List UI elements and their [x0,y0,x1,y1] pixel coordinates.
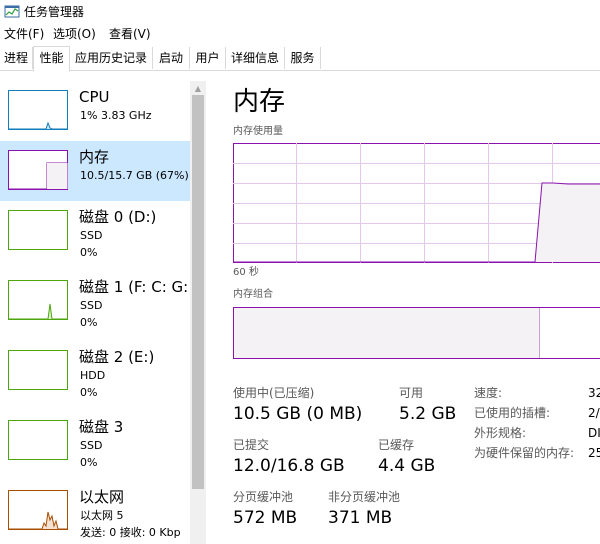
ethernet-thumbnail-graph [8,490,68,530]
device-detail: 10.5/15.7 GB (67%) [80,169,189,182]
form-factor-label: 外形规格: [474,426,527,440]
window-title: 任务管理器 [24,5,85,19]
slots-used-value: 2/ [588,406,600,420]
cached-label: 已缓存 [378,438,415,452]
tab-startup[interactable]: 启动 [153,47,190,69]
device-detail: 1% 3.83 GHz [80,109,152,122]
time-axis-label: 60 秒 [233,267,259,278]
paged-pool-label: 分页缓冲池 [233,490,294,504]
memory-composition-bar [233,307,600,359]
device-list: CPU 1% 3.83 GHz 内存 10.5/15.7 GB (67%) 磁盘… [0,81,190,544]
tab-performance[interactable]: 性能 [33,46,70,72]
memory-thumbnail-graph [8,150,68,190]
device-name: 磁盘 1 (F: C: G: [79,278,189,296]
committed-label: 已提交 [233,438,270,452]
device-name: 磁盘 3 [79,418,124,436]
menu-view[interactable]: 查看(V) [109,25,151,43]
tab-details[interactable]: 详细信息 [226,47,285,69]
tab-services[interactable]: 服务 [285,47,321,69]
device-detail: HDD [80,369,106,382]
device-detail: SSD [80,299,103,312]
slots-used-label: 已使用的插槽: [474,406,551,420]
device-usage: 发送: 0 接收: 0 Kbp [80,526,181,539]
committed-value: 12.0/16.8 GB [233,456,345,476]
non-paged-pool-value: 371 MB [328,508,393,528]
device-usage: 0% [80,386,98,399]
device-disk-2[interactable]: 磁盘 2 (E:) HDD 0% [0,341,190,401]
menu-bar: 文件(F) 选项(O) 查看(V) [0,24,600,44]
memory-usage-label: 内存使用量 [233,126,283,137]
device-name: CPU [79,88,110,106]
device-usage: 0% [80,246,98,259]
device-memory[interactable]: 内存 10.5/15.7 GB (67%) [0,141,190,201]
device-ethernet[interactable]: 以太网 以太网 5 发送: 0 接收: 0 Kbp [0,481,190,541]
page-title: 内存 [233,87,286,117]
speed-label: 速度: [474,386,503,400]
device-usage: 0% [80,316,98,329]
available-value: 5.2 GB [399,404,457,424]
device-name: 以太网 [79,488,125,506]
cached-value: 4.4 GB [378,456,436,476]
available-label: 可用 [399,386,424,400]
disk-3-thumbnail-graph [8,420,68,460]
device-usage: 0% [80,456,98,469]
in-use-label: 使用中(已压缩) [233,386,315,400]
device-name: 内存 [79,148,110,166]
disk-1-thumbnail-graph [8,280,68,320]
scroll-up-arrow-icon[interactable]: ▲ [194,85,202,93]
device-disk-3[interactable]: 磁盘 3 SSD 0% [0,411,190,471]
title-bar: 任务管理器 [0,0,600,24]
cpu-thumbnail-graph [8,90,68,130]
non-paged-pool-label: 非分页缓冲池 [328,490,401,504]
menu-options[interactable]: 选项(O) [53,25,96,43]
device-disk-0[interactable]: 磁盘 0 (D:) SSD 0% [0,201,190,261]
memory-composition-label: 内存组合 [233,289,273,300]
in-use-value: 10.5 GB (0 MB) [233,404,363,424]
task-manager-icon [4,5,20,18]
device-detail: SSD [80,229,103,242]
device-detail: SSD [80,439,103,452]
menu-file[interactable]: 文件(F) [4,25,44,43]
hardware-reserved-value: 25 [588,446,600,460]
form-factor-value: DI [588,426,600,440]
disk-0-thumbnail-graph [8,210,68,250]
device-detail: 以太网 5 [80,509,124,522]
speed-value: 32 [588,386,600,400]
tab-users[interactable]: 用户 [190,47,226,69]
memory-usage-graph [233,143,600,263]
hardware-reserved-label: 为硬件保留的内存: [474,446,575,460]
device-name: 磁盘 2 (E:) [79,348,155,366]
disk-2-thumbnail-graph [8,350,68,390]
device-cpu[interactable]: CPU 1% 3.83 GHz [0,81,190,141]
device-disk-1[interactable]: 磁盘 1 (F: C: G: SSD 0% [0,271,190,331]
tab-bar: 进程 性能 应用历史记录 启动 用户 详细信息 服务 [0,46,600,72]
scrollbar-thumb[interactable] [192,95,204,489]
tab-processes[interactable]: 进程 [0,47,33,69]
paged-pool-value: 572 MB [233,508,298,528]
tab-app-history[interactable]: 应用历史记录 [70,47,153,69]
device-list-scrollbar[interactable]: ▲ [190,81,206,544]
device-name: 磁盘 0 (D:) [79,208,157,226]
